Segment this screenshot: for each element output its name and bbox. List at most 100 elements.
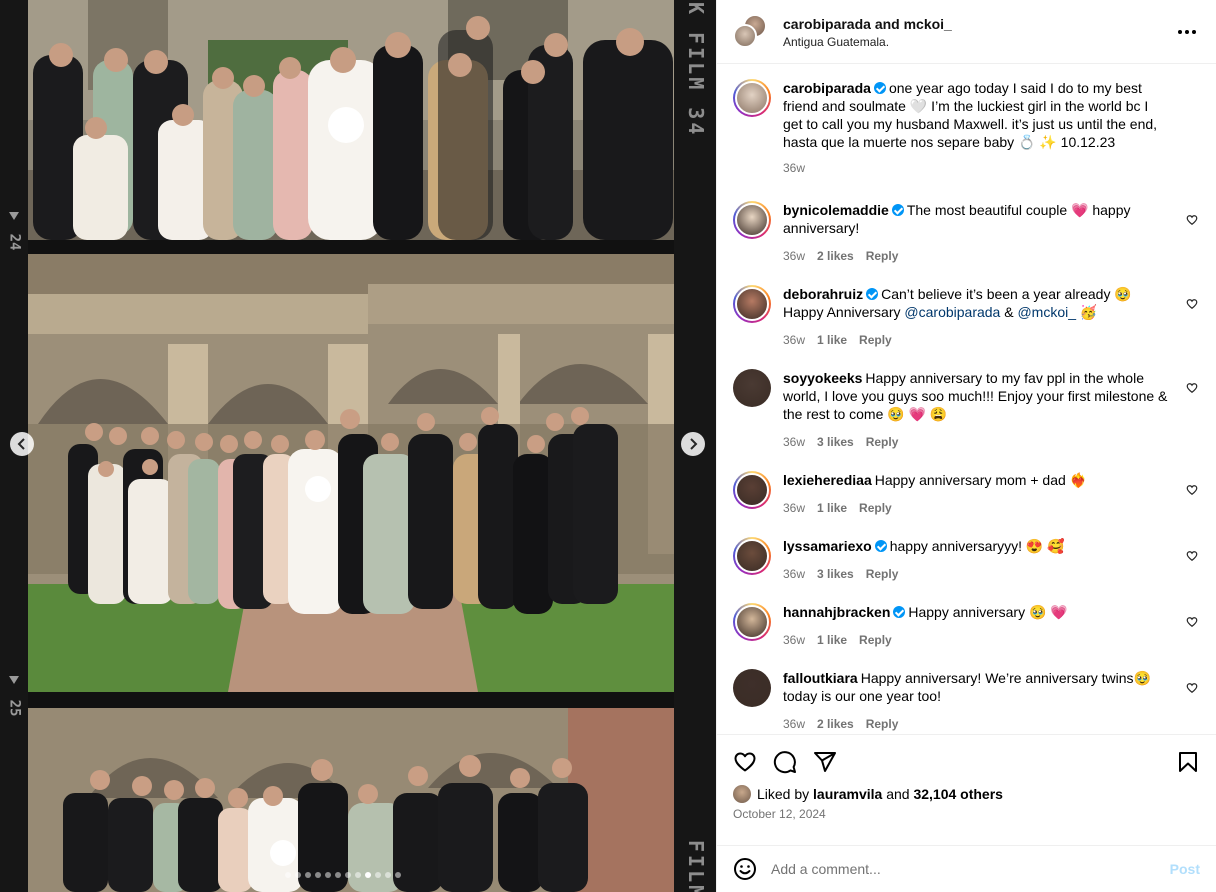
comment-like-button[interactable] [1186,213,1198,229]
comment-username[interactable]: bynicolemaddie [783,202,889,218]
reply-button[interactable]: Reply [859,499,892,517]
comment-username[interactable]: soyyokeeks [783,370,862,386]
comment-username[interactable]: lyssamariexo [783,538,872,554]
comment-like-button[interactable] [1186,381,1198,397]
heart-icon [1186,683,1198,694]
verified-badge-icon [866,288,879,300]
comment-time[interactable]: 36w [783,715,805,733]
heart-icon [1186,215,1198,226]
film-arrow-mark [9,212,19,220]
reply-button[interactable]: Reply [866,247,899,265]
collab-avatars[interactable] [733,13,769,50]
comment-mention[interactable]: @mckoi_ [1017,304,1076,320]
likes-summary[interactable]: Liked by lauramvila and 32,104 others [733,785,1200,803]
avatar[interactable] [733,23,757,48]
post-media-carousel[interactable]: 24 25 K FILM 34 FILM [0,0,716,892]
carousel-dot[interactable] [375,872,381,878]
save-button[interactable] [1176,750,1200,774]
avatar[interactable] [733,471,771,509]
comment-like-button[interactable] [1186,549,1198,565]
carousel-dot[interactable] [395,872,401,878]
heart-icon [1186,551,1198,562]
likes-user[interactable]: lauramvila [813,786,882,802]
comment-username[interactable]: hannahjbracken [783,604,890,620]
comment-item: falloutkiara Happy anniversary! We’re ann… [733,669,1200,733]
comment-likes[interactable]: 3 likes [817,433,854,451]
comment-like-button[interactable] [1186,483,1198,499]
carousel-dot[interactable] [335,872,341,878]
avatar[interactable] [733,785,751,803]
likes-others[interactable]: 32,104 others [913,786,1003,802]
comment-likes[interactable]: 1 like [817,331,847,349]
reply-button[interactable]: Reply [866,433,899,451]
comment-text: happy anniversaryyy! 😍 🥰 [889,538,1065,554]
film-frame-number-top: 24 [6,233,23,251]
comment-username[interactable]: deborahruiz [783,286,863,302]
comment-time[interactable]: 36w [783,433,805,451]
carousel-dots [285,872,401,878]
avatar[interactable] [733,603,771,641]
comment-time[interactable]: 36w [783,247,805,265]
reply-button[interactable]: Reply [859,331,892,349]
comment-likes[interactable]: 1 like [817,499,847,517]
comment-time[interactable]: 36w [783,631,805,649]
like-button[interactable] [733,750,757,774]
comment-text: 🥳 [1079,304,1098,320]
reply-button[interactable]: Reply [866,565,899,583]
post-location[interactable]: Antigua Guatemala. [783,35,1172,49]
carousel-prev-button[interactable] [10,432,34,456]
film-arrow-mark [9,676,19,684]
more-options-button[interactable] [1172,24,1202,40]
carousel-dot[interactable] [355,872,361,878]
share-button[interactable] [813,750,837,774]
more-icon [1178,29,1196,34]
comment-mention[interactable]: @carobiparada [904,304,1000,320]
comment-input[interactable] [771,861,1170,877]
comment-likes[interactable]: 2 likes [817,247,854,265]
comment-button[interactable] [773,750,797,774]
comment-time[interactable]: 36w [783,331,805,349]
caption-time[interactable]: 36w [783,159,805,177]
carousel-dot[interactable] [295,872,301,878]
comment-composer: Post [717,845,1216,892]
comment-likes[interactable]: 3 likes [817,565,854,583]
avatar[interactable] [733,537,771,575]
comment-username[interactable]: falloutkiara [783,670,858,686]
chevron-left-icon [17,438,25,450]
avatar[interactable] [733,285,771,323]
comments-list[interactable]: carobiparada one year ago today I said I … [717,65,1216,733]
post-authors[interactable]: carobiparada and mckoi_ [783,15,1172,33]
verified-badge-icon [893,606,906,618]
carousel-next-button[interactable] [681,432,705,456]
carousel-dot[interactable] [285,872,291,878]
comment-time[interactable]: 36w [783,565,805,583]
comment-likes[interactable]: 2 likes [817,715,854,733]
avatar[interactable] [733,201,771,239]
avatar[interactable] [733,669,771,707]
post-comment-button[interactable]: Post [1170,861,1200,877]
wedding-photo-bottom [28,708,674,892]
carousel-dot[interactable] [345,872,351,878]
post-date[interactable]: October 12, 2024 [733,807,1200,821]
comment-username[interactable]: lexieherediaa [783,472,872,488]
comment-like-button[interactable] [1186,297,1198,313]
comment-like-button[interactable] [1186,615,1198,631]
comment-likes[interactable]: 1 like [817,631,847,649]
comment-like-button[interactable] [1186,681,1198,697]
carousel-dot[interactable] [305,872,311,878]
reply-button[interactable]: Reply [866,715,899,733]
carousel-dot[interactable] [385,872,391,878]
comment-time[interactable]: 36w [783,499,805,517]
reply-button[interactable]: Reply [859,631,892,649]
comment-icon [773,751,796,774]
emoji-button[interactable] [733,857,757,881]
carousel-dot[interactable] [365,872,371,878]
carousel-dot[interactable] [315,872,321,878]
carousel-dot[interactable] [325,872,331,878]
avatar[interactable] [733,79,771,117]
bookmark-icon [1179,752,1197,772]
avatar[interactable] [733,369,771,407]
caption-username[interactable]: carobiparada [783,80,871,96]
likes-and: and [886,786,910,802]
film-frame-number-bottom: 25 [6,699,23,717]
